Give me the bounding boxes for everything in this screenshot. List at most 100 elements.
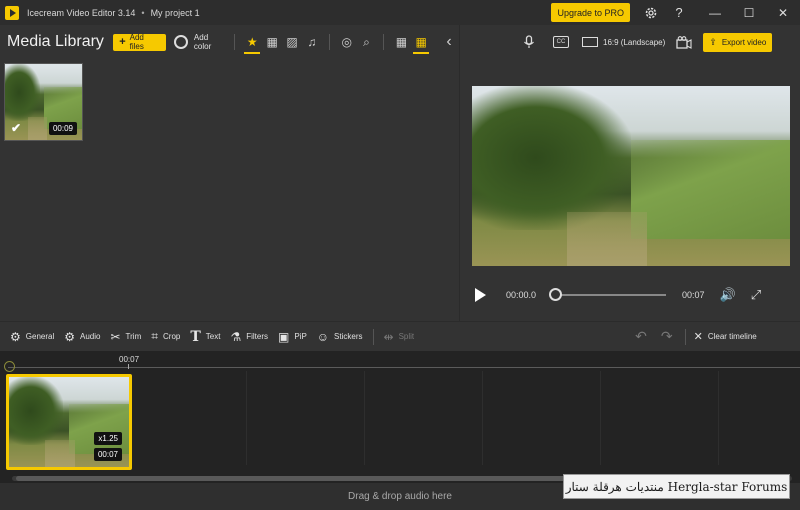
video-preview[interactable]	[472, 86, 790, 266]
record-icon[interactable]: ◎	[337, 30, 357, 54]
title-separator: •	[141, 7, 145, 18]
volume-icon[interactable]: 🔊	[720, 287, 736, 303]
help-icon[interactable]: ?	[668, 2, 690, 24]
add-files-button[interactable]: + Add files	[113, 33, 166, 51]
seek-handle[interactable]	[549, 288, 562, 301]
thumbnail-path	[28, 117, 48, 140]
grid-large-icon[interactable]: ▦	[391, 30, 411, 54]
media-item[interactable]: ✔ 00:09	[4, 63, 83, 141]
close-button[interactable]: ✕	[766, 0, 800, 25]
stickers-button[interactable]: ☺ Stickers	[317, 330, 363, 344]
search-icon[interactable]: ⌕	[357, 30, 377, 54]
webcam-icon-svg	[676, 35, 692, 49]
star-icon[interactable]: ★	[242, 30, 262, 54]
filters-label: Filters	[246, 332, 268, 341]
playhead-handle[interactable]	[4, 361, 15, 372]
microphone-icon-svg	[524, 35, 534, 48]
timeline-ruler[interactable]: 00:07	[0, 351, 800, 372]
audio-gear-icon: ⚙	[64, 329, 75, 344]
trim-button[interactable]: ✂ Trim	[110, 330, 141, 344]
filters-button[interactable]: ⚗ Filters	[230, 330, 268, 344]
toolbar-divider	[328, 34, 330, 50]
minimize-button[interactable]: —	[698, 0, 732, 25]
sticker-icon: ☺	[316, 329, 330, 344]
timeline-clip[interactable]: x1.25 00:07	[6, 374, 132, 470]
film-icon[interactable]: ▦	[262, 30, 282, 54]
timeline-gridline	[364, 371, 365, 465]
clip-speed-badge: x1.25	[94, 432, 122, 445]
close-icon: ✕	[693, 331, 703, 343]
media-library-title: Media Library	[7, 33, 104, 50]
timeline-gridline	[482, 371, 483, 465]
gear-icon-svg	[645, 7, 657, 18]
timeline-gridline	[718, 371, 719, 465]
timeline-gridline	[246, 371, 247, 465]
current-time: 00:00.0	[506, 290, 537, 300]
stickers-label: Stickers	[334, 332, 363, 341]
export-video-label: Export video	[721, 37, 767, 47]
forum-watermark: منتديات هرقلة ستار Hergla-star Forums	[563, 474, 790, 499]
redo-icon[interactable]: ↷	[661, 328, 673, 345]
gear-icon: ⚙	[10, 329, 21, 344]
scissors-icon: ✂	[110, 329, 121, 344]
pip-button[interactable]: ▣ PiP	[278, 330, 307, 344]
toolbar-divider	[684, 328, 686, 345]
microphone-icon[interactable]	[518, 35, 540, 49]
collapse-chevron-icon[interactable]: ‹	[439, 30, 459, 54]
split-label: Split	[398, 332, 415, 341]
undo-icon[interactable]: ↶	[635, 328, 647, 345]
frame-field	[631, 140, 790, 239]
gear-icon[interactable]	[640, 2, 662, 24]
text-icon: T	[190, 328, 201, 345]
clear-timeline-label: Clear timeline	[707, 332, 757, 341]
add-color-button[interactable]: Add color	[174, 33, 227, 51]
timeline[interactable]: 00:07 x1.25 00:07	[0, 351, 800, 483]
general-button[interactable]: ⚙ General	[10, 330, 54, 344]
audio-label: Audio	[80, 332, 101, 341]
text-button[interactable]: T Text	[190, 329, 220, 345]
app-logo-icon	[5, 5, 19, 20]
edit-toolbar: ⚙ General ⚙ Audio ✂ Trim ⌗ Crop T Text ⚗…	[0, 322, 800, 351]
checkmark-icon: ✔	[11, 121, 22, 135]
app-name: Icecream Video Editor 3.14	[27, 7, 136, 18]
player-controls: 00:00.0 00:07 🔊 ⤢	[460, 280, 800, 310]
image-icon[interactable]: ▨	[282, 30, 302, 54]
toolbar-divider	[234, 34, 236, 50]
toolbar-divider	[372, 328, 374, 345]
aspect-ratio-icon	[582, 37, 598, 47]
crop-button[interactable]: ⌗ Crop	[151, 329, 180, 344]
frame-path	[567, 212, 647, 266]
subtitles-icon[interactable]: CC	[553, 36, 569, 48]
trim-label: Trim	[125, 332, 142, 341]
upgrade-to-pro-button[interactable]: Upgrade to PRO	[551, 3, 630, 22]
export-video-button[interactable]: ⇪ Export video	[703, 32, 773, 52]
preview-panel: CC 16:9 (Landscape) ⇪ Export video 00:00…	[460, 25, 800, 321]
play-icon[interactable]	[475, 288, 486, 302]
fullscreen-icon[interactable]: ⤢	[751, 287, 761, 303]
audio-button[interactable]: ⚙ Audio	[64, 330, 100, 344]
project-name: My project 1	[150, 7, 200, 18]
export-icon: ⇪	[709, 36, 717, 47]
webcam-record-icon[interactable]	[673, 35, 695, 49]
total-time: 00:07	[682, 290, 705, 300]
text-label: Text	[205, 332, 221, 341]
ruler-tick	[128, 364, 129, 369]
aspect-ratio-label: 16:9 (Landscape)	[603, 37, 666, 47]
music-icon[interactable]: ♫	[302, 30, 322, 54]
frame-trees	[472, 86, 631, 230]
filters-icon: ⚗	[230, 329, 242, 344]
timeline-gridline	[600, 371, 601, 465]
crop-icon: ⌗	[151, 329, 158, 343]
aspect-ratio-button[interactable]: 16:9 (Landscape)	[582, 37, 665, 47]
media-library-panel: Media Library + Add files Add color ★ ▦ …	[0, 25, 459, 321]
split-button[interactable]: ⇹ Split	[384, 330, 415, 344]
maximize-button[interactable]: ☐	[732, 0, 766, 25]
thumbnail-trees	[5, 64, 40, 121]
clip-path	[45, 440, 75, 467]
split-icon: ⇹	[383, 329, 394, 344]
clear-timeline-button[interactable]: ✕ Clear timeline	[694, 330, 757, 343]
seek-bar[interactable]	[549, 288, 666, 301]
preview-toolbar: CC 16:9 (Landscape) ⇪ Export video	[460, 25, 800, 59]
ruler-time-label: 00:07	[119, 355, 140, 364]
grid-small-icon[interactable]: ▦	[411, 30, 431, 54]
